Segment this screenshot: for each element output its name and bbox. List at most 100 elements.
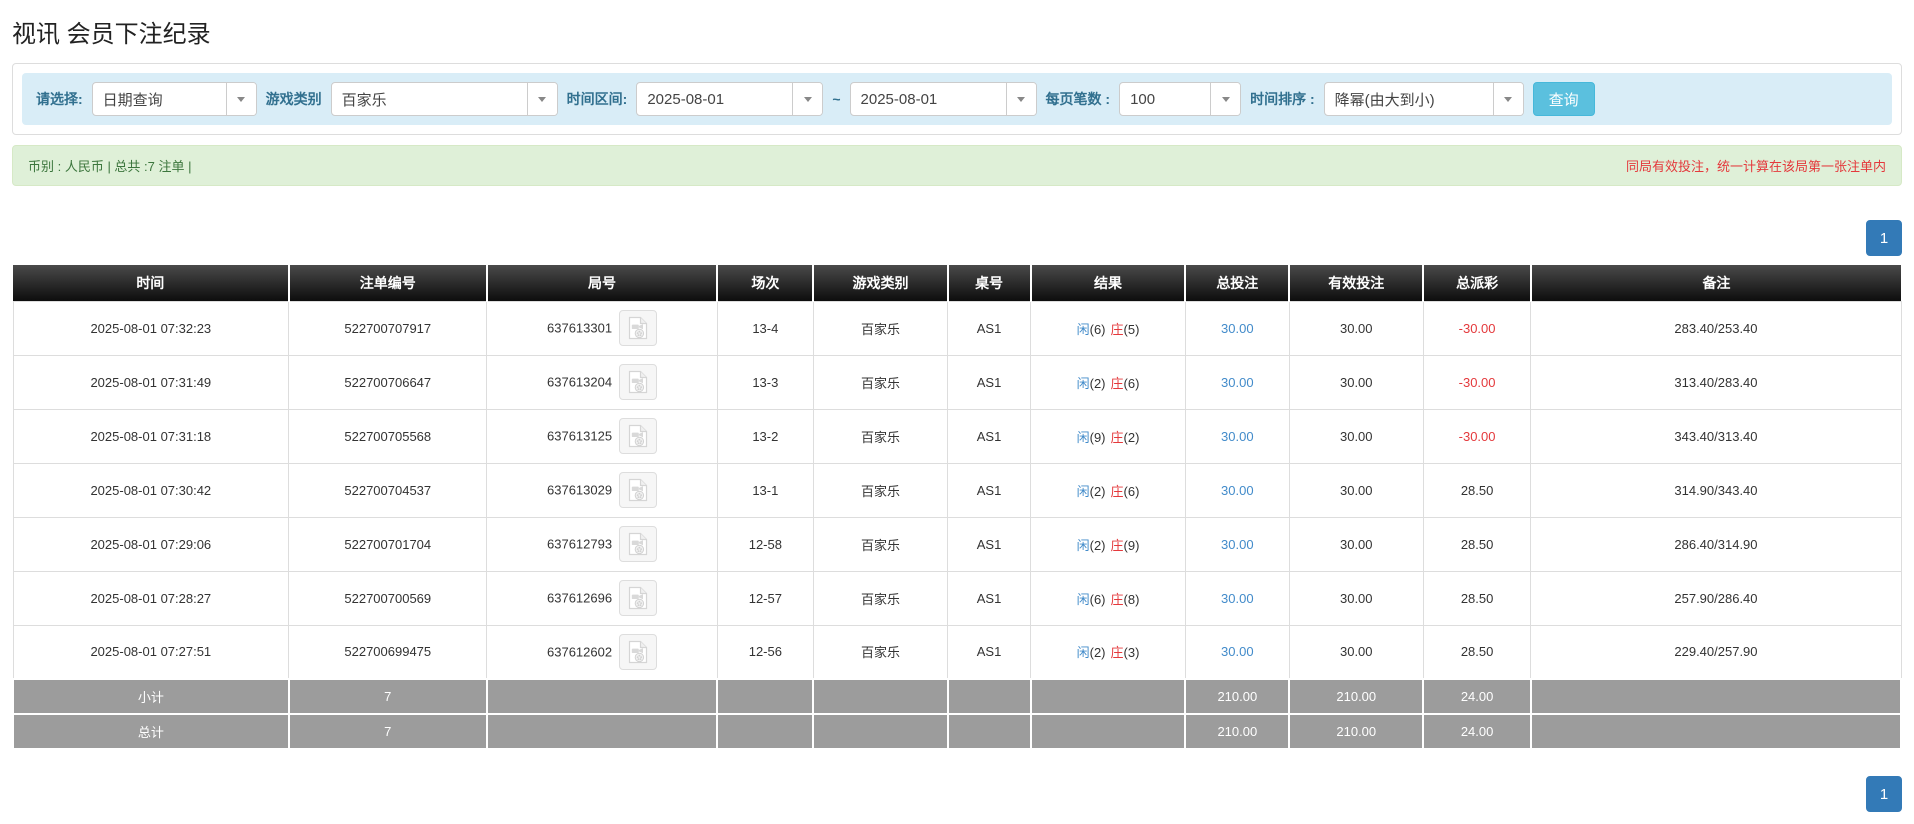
page-1-button[interactable]: 1 (1866, 220, 1902, 256)
cell-table-no: AS1 (947, 570, 1032, 626)
payout-value: 28.50 (1460, 536, 1494, 552)
date-to-picker[interactable]: 2025-08-01 (849, 82, 1037, 116)
summary-currency-total: 币别 : 人民币 | 总共 :7 注单 | (28, 159, 192, 174)
cell-time: 2025-08-01 07:31:49 (12, 354, 290, 410)
query-type-caret[interactable] (225, 83, 256, 115)
cell-session: 13-4 (716, 300, 814, 356)
film-file-icon (628, 478, 648, 502)
result-banker-score: (6) (1123, 483, 1140, 499)
query-type-select[interactable]: 日期查询 (91, 82, 257, 116)
round-no-value: 637612602 (547, 644, 613, 660)
cell-total-bet: 30.00 (1184, 408, 1290, 464)
result-banker-score: (6) (1123, 375, 1140, 391)
sort-order-caret[interactable] (1492, 83, 1523, 115)
cell-bet-no: 522700700569 (288, 570, 488, 626)
video-replay-button[interactable] (619, 364, 658, 400)
video-replay-button[interactable] (619, 472, 658, 508)
page-size-select[interactable]: 100 (1119, 82, 1242, 116)
film-file-icon (628, 532, 648, 556)
subtotal-empty (946, 678, 1032, 715)
video-replay-button[interactable] (619, 526, 658, 562)
round-no-value: 637613029 (547, 482, 613, 498)
cell-game-type: 百家乐 (812, 624, 949, 680)
summary-warning-note: 同局有效投注，统一计算在该局第一张注单内 (1625, 159, 1886, 174)
total-bet-link[interactable]: 30.00 (1221, 537, 1254, 552)
table-row: 2025-08-01 07:28:27 522700700569 6376126… (12, 570, 1902, 626)
result-banker-score: (8) (1123, 591, 1140, 607)
cell-result: 闲(2) 庄(6) (1030, 354, 1186, 410)
header-payout: 总派彩 (1422, 265, 1531, 301)
cell-time: 2025-08-01 07:29:06 (12, 516, 290, 572)
total-bet-link[interactable]: 30.00 (1221, 375, 1254, 390)
date-from-picker[interactable]: 2025-08-01 (636, 82, 824, 116)
date-range-tilde: ~ (832, 91, 841, 107)
page-1-button[interactable]: 1 (1866, 776, 1902, 812)
time-range-label: 时间区间: (566, 91, 628, 107)
result-player-score: (2) (1089, 483, 1106, 499)
chevron-down-icon (237, 96, 246, 102)
round-no-value: 637612696 (547, 590, 613, 606)
cell-payout: -30.00 (1422, 354, 1532, 410)
subtotal-empty (1529, 678, 1903, 715)
cell-result: 闲(9) 庄(2) (1030, 408, 1186, 464)
payout-value: 28.50 (1460, 482, 1494, 498)
total-bet-link[interactable]: 30.00 (1221, 483, 1254, 498)
cell-session: 13-1 (716, 462, 814, 518)
cell-round-no: 637612793 (486, 516, 718, 572)
result-banker-label: 庄 (1110, 591, 1124, 607)
header-total-bet: 总投注 (1184, 265, 1290, 301)
table-row: 2025-08-01 07:32:23 522700707917 6376133… (12, 300, 1902, 356)
payout-value: -30.00 (1458, 320, 1496, 336)
cell-remark: 286.40/314.90 (1530, 516, 1902, 572)
cell-round-no: 637612696 (486, 570, 718, 626)
cell-remark: 314.90/343.40 (1530, 462, 1902, 518)
search-button[interactable]: 查询 (1532, 82, 1595, 116)
total-bet-link[interactable]: 30.00 (1221, 644, 1254, 659)
game-type-select[interactable]: 百家乐 (330, 82, 558, 116)
cell-result: 闲(2) 庄(6) (1030, 462, 1186, 518)
cell-remark: 283.40/253.40 (1530, 300, 1902, 356)
payout-value: -30.00 (1458, 428, 1496, 444)
round-no-value: 637613125 (547, 428, 613, 444)
result-player-label: 闲 (1076, 591, 1090, 607)
result-banker-score: (3) (1123, 645, 1140, 661)
page-size-caret[interactable] (1210, 83, 1241, 115)
total-bet-link[interactable]: 30.00 (1221, 321, 1254, 336)
bet-records-table: 时间 注单编号 局号 场次 游戏类别 桌号 结果 总投注 有效投注 总派彩 备注… (12, 265, 1903, 750)
subtotal-empty (1029, 678, 1187, 715)
film-file-icon (628, 316, 648, 340)
table-row: 2025-08-01 07:31:49 522700706647 6376132… (12, 354, 1902, 410)
video-replay-button[interactable] (619, 580, 658, 616)
chevron-down-icon (538, 96, 547, 102)
game-type-caret[interactable] (526, 83, 557, 115)
grand-total-empty (1529, 713, 1903, 750)
video-replay-button[interactable] (619, 418, 658, 454)
header-session: 场次 (716, 265, 814, 301)
table-row: 2025-08-01 07:29:06 522700701704 6376127… (12, 516, 1902, 572)
page-title: 视讯 会员下注纪录 (12, 21, 211, 48)
header-table-no: 桌号 (946, 265, 1031, 301)
page-container: 视讯 会员下注纪录 请选择: 日期查询 游戏类别 百家乐 时间区间: 2025-… (0, 0, 1914, 824)
summary-bar: 币别 : 人民币 | 总共 :7 注单 | 同局有效投注，统一计算在该局第一张注… (12, 145, 1902, 186)
table-row: 2025-08-01 07:31:18 522700705568 6376131… (12, 408, 1902, 464)
sort-order-select[interactable]: 降幂(由大到小) (1323, 82, 1524, 116)
date-from-caret[interactable] (792, 83, 823, 115)
total-bet-link[interactable]: 30.00 (1221, 591, 1254, 606)
game-type-value: 百家乐 (341, 91, 387, 109)
total-bet-link[interactable]: 30.00 (1221, 429, 1254, 444)
cell-total-bet: 30.00 (1184, 354, 1290, 410)
grand-total-empty (485, 713, 719, 750)
cell-payout: 28.50 (1422, 516, 1532, 572)
video-replay-button[interactable] (619, 310, 658, 346)
video-replay-button[interactable] (619, 633, 658, 670)
header-remark: 备注 (1529, 265, 1901, 301)
chevron-down-icon (1221, 96, 1230, 102)
result-banker-score: (5) (1123, 321, 1140, 337)
cell-session: 13-3 (716, 354, 814, 410)
date-to-caret[interactable] (1005, 83, 1036, 115)
cell-bet-no: 522700701704 (288, 516, 488, 572)
cell-valid-bet: 30.00 (1288, 624, 1424, 680)
round-no-value: 637612793 (547, 536, 613, 552)
cell-game-type: 百家乐 (812, 516, 949, 572)
payout-value: 28.50 (1460, 590, 1494, 606)
